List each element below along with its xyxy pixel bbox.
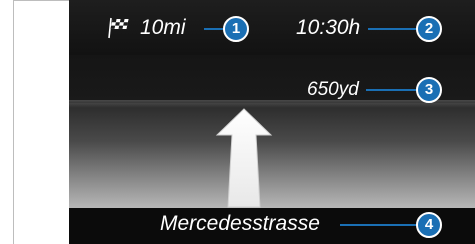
distance-to-maneuver: 650yd [307, 79, 359, 100]
frame-left-line [13, 0, 14, 244]
callout-badge-4: 4 [416, 212, 442, 238]
arrival-time: 10:30h [296, 16, 361, 39]
callout-3-leader [366, 89, 418, 91]
checkered-flag-icon [108, 17, 129, 39]
callout-2-leader [368, 28, 420, 30]
straight-arrow-icon [215, 108, 273, 208]
callout-4-leader [340, 224, 420, 226]
maneuver-distance-band [69, 55, 475, 103]
callout-badge-3: 3 [416, 77, 442, 103]
callout-badge-2: 2 [416, 16, 442, 42]
street-name: Mercedesstrasse [160, 212, 320, 235]
callout-badge-1: 1 [223, 16, 249, 42]
distance-to-destination: 10mi [140, 16, 186, 39]
